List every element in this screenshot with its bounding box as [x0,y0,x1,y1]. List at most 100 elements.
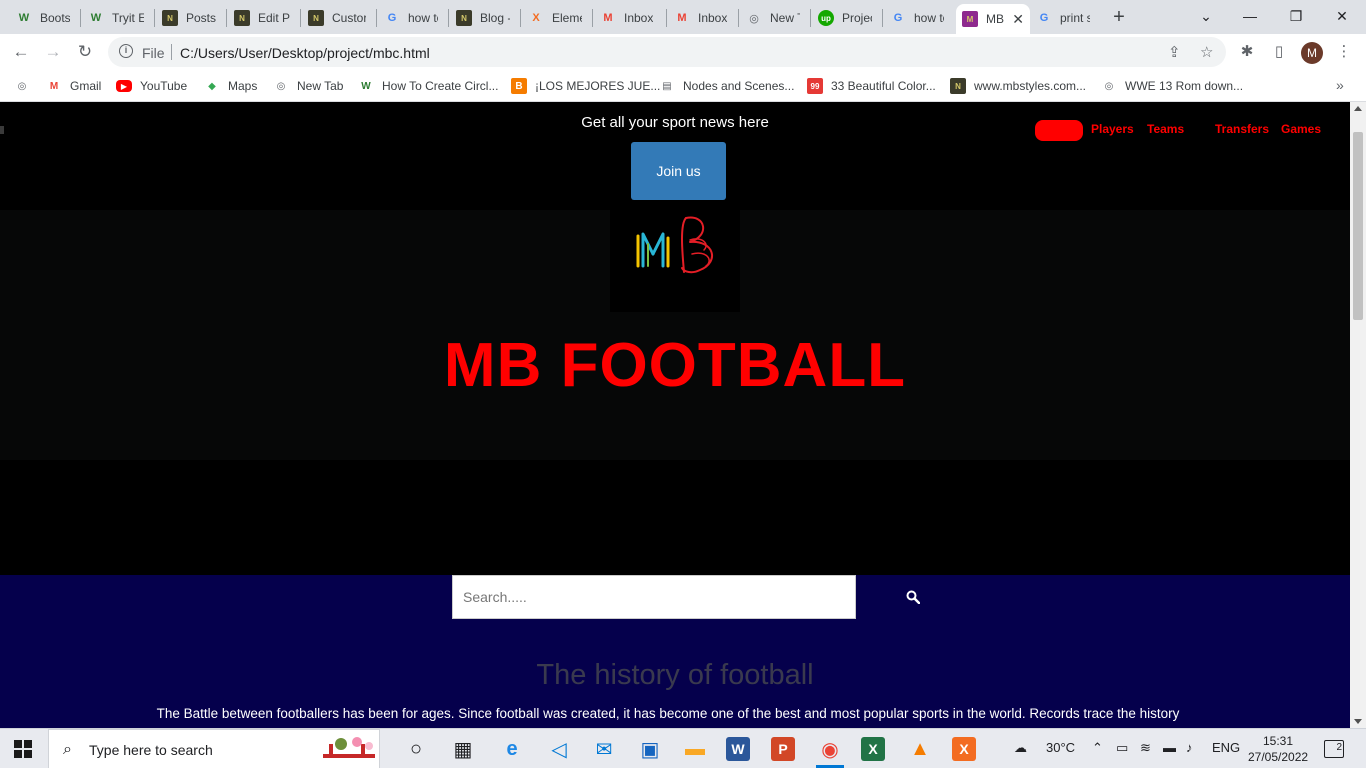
tab-1[interactable]: W Tryit E [82,4,150,32]
edge-icon[interactable]: e [498,735,526,763]
battery-icon[interactable]: ▬ [1163,740,1176,755]
file-explorer-icon[interactable]: ▬ [681,735,709,763]
reload-icon[interactable]: ↻ [73,40,97,64]
word-icon[interactable]: W [726,737,750,761]
tab-separator [376,9,377,27]
windows-start-icon[interactable] [14,740,32,758]
nav-link-transfers[interactable]: Transfers [1215,122,1269,136]
forward-icon[interactable]: → [41,40,65,64]
extensions-icon[interactable]: ✱ [1237,42,1257,62]
notification-center-icon[interactable]: 2 [1324,740,1344,758]
w-icon: W [90,12,102,24]
tab-3[interactable]: N Edit Pr [228,4,296,32]
close-window-icon[interactable]: ✕ [1322,4,1362,28]
bookmark-label: 33 Beautiful Color... [831,79,936,93]
tab-8[interactable]: M Inbox [594,4,662,32]
address-divider [171,44,172,60]
taskbar-clock[interactable]: 15:31 27/05/2022 [1248,733,1308,765]
tab-5[interactable]: Ghow to [378,4,444,32]
widgets-icon[interactable]: ▦ [449,735,477,763]
join-us-button[interactable]: Join us [631,142,726,200]
tray-app-icon[interactable]: ▭ [1116,740,1128,756]
site-logo [610,210,740,312]
wifi-icon[interactable]: ≋ [1140,740,1151,756]
tab-title: New T [770,11,800,25]
side-panel-icon[interactable]: ▯ [1269,42,1289,62]
tab-13[interactable]: M MB ✕ [956,4,1030,34]
n-icon: N [234,10,250,26]
bookmark-item[interactable]: ◎ WWE 13 Rom down... [1101,76,1243,96]
tab-14[interactable]: Gprint s [1030,4,1096,32]
tab-4[interactable]: N Custor [302,4,372,32]
minimize-icon[interactable]: — [1230,4,1270,28]
bookmark-item[interactable]: ◎ [14,76,38,96]
store-icon[interactable]: ▣ [636,735,664,763]
page-scrollbar[interactable] [1350,102,1366,728]
tab-title: Inbox [624,11,654,25]
bookmark-item[interactable]: Nwww.mbstyles.com... [950,76,1086,96]
tab-6[interactable]: N Blog - [450,4,516,32]
tab-title: MB [986,12,1004,26]
tab-7[interactable]: X Eleme [522,4,588,32]
back-icon[interactable]: ← [9,40,33,64]
bookmark-item[interactable]: M Gmail [46,76,102,96]
tab-12[interactable]: Ghow to [884,4,950,32]
bookmark-item[interactable]: ▶ YouTube [116,76,187,96]
tab-2[interactable]: N Posts [156,4,222,32]
tab-search-icon[interactable]: ⌄ [1186,4,1226,28]
scroll-up-arrow-icon[interactable] [1354,106,1362,111]
site-info-icon[interactable]: i [119,44,133,58]
xampp-icon[interactable]: X [952,737,976,761]
globe-icon: ◎ [276,80,286,92]
google-icon: G [893,12,903,24]
vscode-icon[interactable]: ◁ [545,735,573,763]
powerpoint-icon[interactable]: P [771,737,795,761]
search-icon [906,590,920,604]
more-bookmarks-icon[interactable]: » [1336,77,1344,93]
scroll-thumb[interactable] [1353,132,1363,320]
volume-icon[interactable]: ♪ [1186,740,1193,755]
tab-close-icon[interactable]: ✕ [1006,11,1024,28]
bookmark-label: Nodes and Scenes... [683,79,795,93]
tab-9[interactable]: M Inbox [668,4,734,32]
chrome-icon[interactable]: ◉ [816,735,844,763]
vlc-icon[interactable]: ▲ [906,735,934,763]
bookmark-item[interactable]: B ¡LOS MEJORES JUE... [511,76,660,96]
bookmark-star-icon[interactable]: ☆ [1200,43,1213,61]
weather-icon[interactable]: ☁ [1014,740,1027,756]
bookmark-item[interactable]: ◎ New Tab [273,76,344,96]
taskbar-search-box[interactable]: ⌕ Type here to search [48,729,380,768]
profile-avatar[interactable]: M [1301,42,1323,64]
weather-temperature[interactable]: 30°C [1046,740,1075,755]
bookmark-item[interactable]: 99 33 Beautiful Color... [807,76,936,96]
windows-taskbar: ⌕ Type here to search ○ ▦ e ◁ ✉ ▣ ▬ W P ◉ X ▲ X ☁ 30… [0,728,1366,768]
menu-icon[interactable]: ⋮ [1334,42,1354,62]
language-indicator[interactable]: ENG [1212,740,1240,755]
tab-10[interactable]: ◎ New T [740,4,806,32]
nav-link-games[interactable]: Games [1281,122,1321,136]
nav-link-teams[interactable]: Teams [1147,122,1184,136]
bookmark-item[interactable]: W How To Create Circl... [358,76,498,96]
tab-title: Edit Pr [258,11,290,25]
nav-link-players[interactable]: Players [1091,122,1134,136]
excel-icon[interactable]: X [861,737,885,761]
history-heading: The history of football [536,659,814,691]
task-view-icon[interactable]: ○ [402,735,430,763]
bookmark-item[interactable]: ◆ Maps [204,76,257,96]
scroll-down-arrow-icon[interactable] [1354,719,1362,724]
share-icon[interactable]: ⇪ [1168,43,1181,61]
tab-0[interactable]: W Bootst [10,4,76,32]
restore-icon[interactable]: ❐ [1276,4,1316,28]
mail-icon[interactable]: ✉ [590,735,618,763]
new-tab-button[interactable]: + [1108,7,1130,29]
tab-11[interactable]: up Projec [812,4,878,32]
bookmark-item[interactable]: ▤ Nodes and Scenes... [659,76,794,96]
address-url[interactable]: C:/Users/User/Desktop/project/mbc.html [180,45,430,61]
search-button[interactable] [900,587,926,607]
search-input[interactable] [452,575,856,619]
bookmark-label: New Tab [297,79,344,93]
address-bar[interactable]: i File C:/Users/User/Desktop/project/mbc… [108,37,1226,67]
tray-expand-icon[interactable]: ⌃ [1092,740,1103,756]
browser-toolbar: ← → ↻ i File C:/Users/User/Desktop/proje… [0,34,1366,70]
nav-home-pill[interactable] [1035,120,1083,141]
